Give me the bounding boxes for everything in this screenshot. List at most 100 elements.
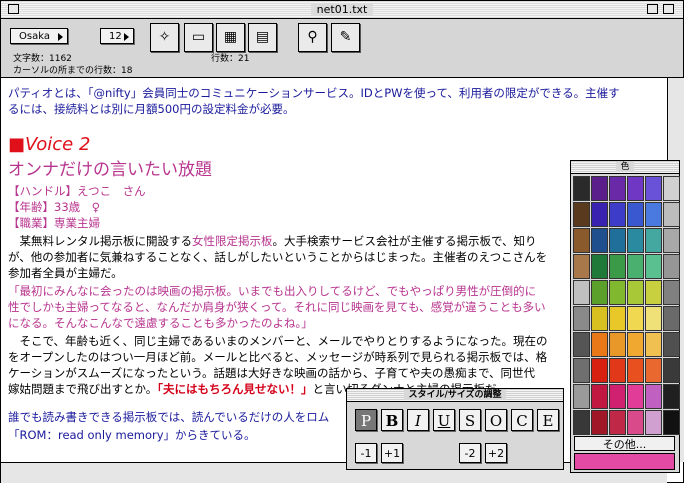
color-swatch[interactable] — [573, 280, 590, 305]
popup-arrow-icon — [124, 33, 129, 41]
color-swatch[interactable] — [627, 384, 644, 409]
color-swatch[interactable] — [609, 332, 626, 357]
color-swatch[interactable] — [573, 202, 590, 227]
outline-style-button[interactable]: O — [485, 409, 507, 431]
color-swatch[interactable] — [609, 176, 626, 201]
color-swatch[interactable] — [663, 410, 680, 435]
style-panel-title-bar[interactable]: スタイル/サイズの調整 — [347, 389, 563, 402]
font-size-popup[interactable]: 12 — [100, 28, 134, 44]
square-bullet-icon: ■ — [8, 134, 26, 155]
color-swatch[interactable] — [627, 280, 644, 305]
color-swatch[interactable] — [609, 410, 626, 435]
color-swatch[interactable] — [591, 410, 608, 435]
color-palette-title-bar[interactable]: 色 — [571, 161, 679, 174]
color-swatch[interactable] — [645, 228, 662, 253]
color-swatch[interactable] — [645, 332, 662, 357]
color-swatch[interactable] — [609, 384, 626, 409]
print-button[interactable]: ▤ — [248, 23, 277, 52]
color-swatch[interactable] — [645, 254, 662, 279]
color-swatch[interactable] — [663, 202, 680, 227]
color-swatch[interactable] — [627, 202, 644, 227]
color-swatch[interactable] — [645, 384, 662, 409]
color-swatch[interactable] — [573, 254, 590, 279]
color-swatch[interactable] — [645, 176, 662, 201]
color-swatch[interactable] — [609, 202, 626, 227]
collapse-box-icon[interactable] — [663, 4, 674, 14]
paragraph-2-line-2: をオープンしたのはつい一月ほど前。メールと比べると、メッセージが時系列で見られる… — [8, 350, 548, 364]
italic-style-button[interactable]: I — [407, 409, 429, 431]
find-button[interactable]: ⚲ — [298, 23, 327, 52]
color-swatch[interactable] — [591, 202, 608, 227]
color-swatch[interactable] — [645, 280, 662, 305]
open-document-button[interactable]: ▭ — [184, 23, 213, 52]
paragraph-1-line-1: 某無料レンタル掲示板に開設する女性限定掲示板。大手検索サービス会社が主催する掲示… — [8, 234, 536, 248]
color-swatch[interactable] — [663, 176, 680, 201]
color-swatch[interactable] — [609, 358, 626, 383]
color-swatch[interactable] — [627, 332, 644, 357]
char-count: 文字数：1162 — [13, 54, 72, 64]
color-swatch[interactable] — [591, 176, 608, 201]
color-swatch[interactable] — [663, 280, 680, 305]
color-swatch[interactable] — [627, 358, 644, 383]
color-swatch[interactable] — [645, 306, 662, 331]
other-color-button[interactable]: その他... — [574, 436, 675, 451]
color-swatch[interactable] — [645, 202, 662, 227]
toolbar: Osaka 12 ✧ ▭ ▦ ▤ ⚲ ✎ 文字数：1162 行数：21 カーソル… — [1, 19, 683, 78]
color-swatch[interactable] — [663, 228, 680, 253]
color-swatch[interactable] — [591, 384, 608, 409]
color-swatch[interactable] — [663, 384, 680, 409]
size-minus-1-button[interactable]: -1 — [355, 443, 377, 463]
save-button[interactable]: ▦ — [216, 23, 245, 52]
intro-line-1: パティオとは、「@nifty」会員同士のコミュニケーションサービス。IDとPWを… — [8, 86, 620, 100]
color-swatch[interactable] — [627, 410, 644, 435]
font-size-value: 12 — [109, 31, 122, 42]
color-swatch[interactable] — [609, 280, 626, 305]
condense-style-button[interactable]: C — [511, 409, 533, 431]
color-swatch[interactable] — [573, 176, 590, 201]
size-plus-2-button[interactable]: +2 — [485, 443, 507, 463]
color-swatch[interactable] — [627, 306, 644, 331]
color-swatch[interactable] — [663, 254, 680, 279]
color-swatch[interactable] — [591, 306, 608, 331]
color-swatch[interactable] — [573, 332, 590, 357]
shadow-style-button[interactable]: S — [459, 409, 481, 431]
color-swatch[interactable] — [663, 306, 680, 331]
title-bar[interactable]: net01.txt — [1, 1, 683, 19]
color-swatch[interactable] — [627, 228, 644, 253]
color-swatch[interactable] — [591, 332, 608, 357]
font-name-popup[interactable]: Osaka — [10, 28, 68, 44]
color-swatch[interactable] — [573, 228, 590, 253]
plain-style-button[interactable]: P — [355, 409, 377, 431]
color-swatch[interactable] — [645, 358, 662, 383]
edit-tool-button[interactable]: ✎ — [331, 23, 360, 52]
color-swatch[interactable] — [591, 280, 608, 305]
color-swatch[interactable] — [591, 254, 608, 279]
color-swatch[interactable] — [591, 358, 608, 383]
color-swatch[interactable] — [573, 384, 590, 409]
profile-handle: 【ハンドル】えつこ さん — [8, 184, 146, 198]
color-swatch[interactable] — [663, 332, 680, 357]
color-swatch[interactable] — [627, 176, 644, 201]
color-swatch[interactable] — [645, 410, 662, 435]
underline-style-button[interactable]: U — [433, 409, 455, 431]
size-plus-1-button[interactable]: +1 — [381, 443, 403, 463]
color-swatch[interactable] — [609, 254, 626, 279]
color-swatch[interactable] — [609, 306, 626, 331]
zoom-box-icon[interactable] — [647, 4, 658, 14]
paragraph-3-line-2: 「ROM：read only memory」からきている。 — [8, 428, 256, 442]
size-minus-2-button[interactable]: -2 — [459, 443, 481, 463]
text-editor-area[interactable]: パティオとは、「@nifty」会員同士のコミュニケーションサービス。IDとPWを… — [1, 78, 667, 462]
color-swatch[interactable] — [591, 228, 608, 253]
horizontal-scrollbar[interactable] — [1, 462, 667, 483]
color-swatch[interactable] — [609, 228, 626, 253]
extend-style-button[interactable]: E — [537, 409, 559, 431]
color-swatch[interactable] — [627, 254, 644, 279]
color-swatch[interactable] — [663, 358, 680, 383]
quote-line-1: 「最初にみんなに会ったのは映画の掲示板。いまでも出入りしてるけど、でもやっぱり男… — [8, 284, 537, 298]
color-swatch[interactable] — [573, 358, 590, 383]
bold-style-button[interactable]: B — [381, 409, 403, 431]
profile-job: 【職業】専業主婦 — [8, 216, 100, 230]
new-document-button[interactable]: ✧ — [150, 23, 179, 52]
color-swatch[interactable] — [573, 410, 590, 435]
color-swatch[interactable] — [573, 306, 590, 331]
